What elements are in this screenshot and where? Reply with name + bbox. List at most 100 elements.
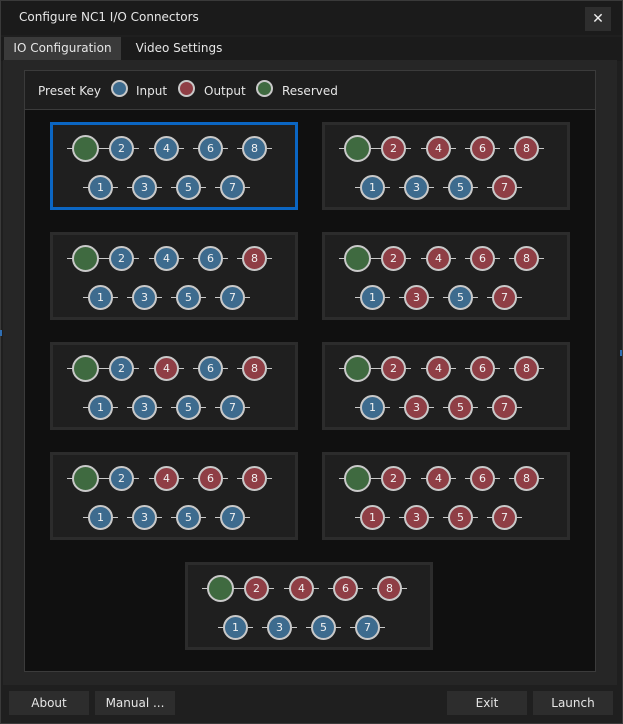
connector-3: 3 [399,285,434,310]
connector-5: 5 [171,285,206,310]
connector-6: 6 [465,356,500,381]
connector-6: 6 [465,246,500,271]
reserved-connector-icon [339,245,376,272]
reserved-connector-icon [339,465,376,492]
connector-1: 1 [83,505,118,530]
tab-video-settings[interactable]: Video Settings [123,37,235,61]
connector-6: 6 [193,356,228,381]
tab-io-configuration[interactable]: IO Configuration [4,37,121,61]
connector-8: 8 [509,246,544,271]
connector-4: 4 [149,246,184,271]
manual-button[interactable]: Manual ... [95,691,175,715]
right-edge-marker [620,350,622,356]
connector-1: 1 [83,175,118,200]
preset-group-7[interactable]: 2468 1357 [50,452,298,540]
preset-group-6[interactable]: 2468 1357 [322,342,570,430]
connector-5: 5 [443,505,478,530]
connector-5: 5 [306,615,341,640]
reserved-connector-icon [67,245,104,272]
legend-input-label: Input [136,84,168,98]
connector-5: 5 [443,175,478,200]
left-edge-marker [0,330,2,336]
connector-1: 1 [355,505,390,530]
connector-5: 5 [443,395,478,420]
about-button[interactable]: About [9,691,89,715]
connector-3: 3 [262,615,297,640]
preset-group-9[interactable]: 2468 1357 [185,562,433,650]
reserved-connector-icon [67,135,104,162]
connector-1: 1 [83,395,118,420]
exit-button[interactable]: Exit [447,691,527,715]
connector-4: 4 [149,136,184,161]
connector-8: 8 [372,576,407,601]
preset-key-legend: Preset Key Input Output Reserved [25,71,595,110]
connector-3: 3 [399,395,434,420]
connector-2: 2 [104,136,139,161]
connector-7: 7 [215,175,250,200]
reserved-connector-icon [67,355,104,382]
connector-6: 6 [465,466,500,491]
connector-3: 3 [127,395,162,420]
connector-8: 8 [237,246,272,271]
legend-output-label: Output [204,84,246,98]
connector-2: 2 [104,246,139,271]
connector-4: 4 [149,356,184,381]
connector-8: 8 [509,466,544,491]
tab-bar: IO Configuration Video Settings [1,37,622,61]
connector-4: 4 [421,136,456,161]
legend-reserved-swatch-icon [256,80,273,97]
connector-2: 2 [376,356,411,381]
connector-6: 6 [193,246,228,271]
connector-2: 2 [104,466,139,491]
connector-4: 4 [421,246,456,271]
preset-group-5[interactable]: 2468 1357 [50,342,298,430]
connector-3: 3 [127,505,162,530]
connector-6: 6 [193,466,228,491]
connector-7: 7 [487,505,522,530]
connector-4: 4 [149,466,184,491]
preset-group-1[interactable]: 2468 1357 [50,122,298,210]
connector-7: 7 [487,395,522,420]
connector-5: 5 [171,505,206,530]
reserved-connector-icon [339,135,376,162]
connector-7: 7 [215,505,250,530]
connector-4: 4 [284,576,319,601]
connector-1: 1 [355,395,390,420]
legend-reserved-label: Reserved [282,84,338,98]
close-button[interactable]: ✕ [585,7,611,31]
launch-button[interactable]: Launch [533,691,613,715]
preset-group-4[interactable]: 2468 1357 [322,232,570,320]
legend-output-swatch-icon [178,80,195,97]
connector-4: 4 [421,466,456,491]
connector-2: 2 [376,136,411,161]
reserved-connector-icon [339,355,376,382]
connector-2: 2 [239,576,274,601]
connector-3: 3 [399,505,434,530]
connector-2: 2 [376,246,411,271]
connector-5: 5 [171,175,206,200]
connector-6: 6 [193,136,228,161]
connector-7: 7 [215,285,250,310]
connector-8: 8 [237,136,272,161]
connector-5: 5 [171,395,206,420]
connector-3: 3 [127,285,162,310]
connector-7: 7 [487,285,522,310]
preset-group-3[interactable]: 2468 1357 [50,232,298,320]
connector-5: 5 [443,285,478,310]
connector-6: 6 [465,136,500,161]
connector-4: 4 [421,356,456,381]
connector-1: 1 [355,175,390,200]
connector-3: 3 [399,175,434,200]
connector-6: 6 [328,576,363,601]
close-icon: ✕ [592,11,604,27]
preset-group-2[interactable]: 2468 1357 [322,122,570,210]
title-bar: Configure NC1 I/O Connectors ✕ [1,1,622,35]
connector-2: 2 [376,466,411,491]
legend-title: Preset Key [38,84,101,98]
connector-8: 8 [509,136,544,161]
reserved-connector-icon [67,465,104,492]
connector-8: 8 [237,466,272,491]
connector-7: 7 [215,395,250,420]
preset-group-8[interactable]: 2468 1357 [322,452,570,540]
connector-8: 8 [509,356,544,381]
